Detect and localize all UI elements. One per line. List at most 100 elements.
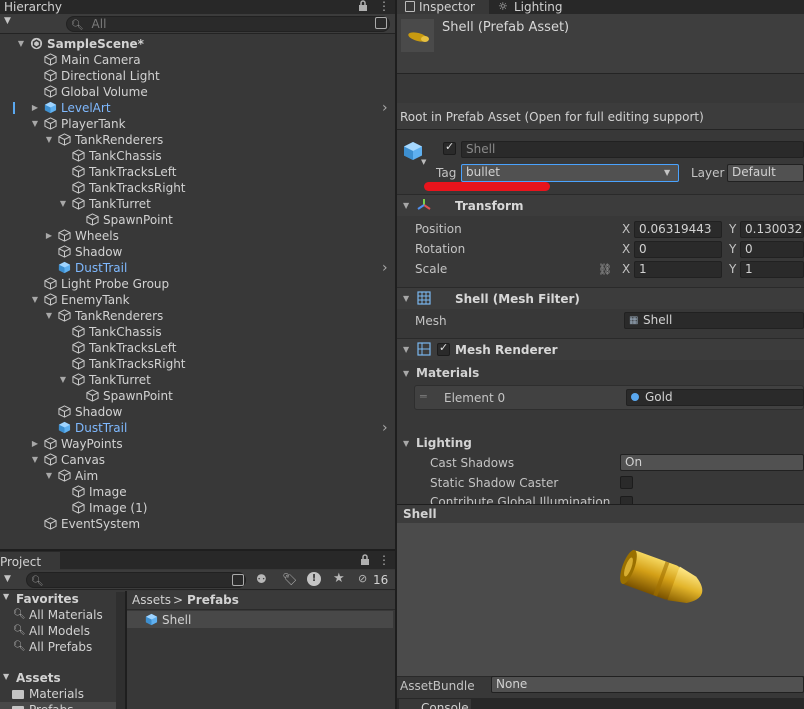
tag-dropdown[interactable]: bullet [461, 164, 679, 182]
transform-header[interactable]: ▼ Transform [397, 194, 804, 216]
object-name-field[interactable]: Shell [461, 141, 804, 158]
open-prefab-arrow-icon[interactable]: › [382, 100, 388, 116]
hierarchy-item-tanktracksright[interactable]: TankTracksRight [0, 356, 395, 372]
hierarchy-item-dusttrail[interactable]: DustTrail › [0, 260, 395, 276]
foldout-expanded-icon[interactable]: ▼ [44, 311, 54, 321]
hierarchy-item-samplescene[interactable]: ▼ SampleScene* [0, 36, 395, 52]
constrain-proportions-icon[interactable]: ⛓ [598, 263, 612, 276]
hierarchy-item-spawnpoint[interactable]: SpawnPoint [0, 212, 395, 228]
assetbundle-dropdown[interactable]: None [491, 676, 804, 693]
position-x-label[interactable]: X [622, 221, 630, 237]
hierarchy-item-aim[interactable]: ▼ Aim [0, 468, 395, 484]
hierarchy-item-tanktracksright[interactable]: TankTracksRight [0, 180, 395, 196]
foldout-collapsed-icon[interactable]: ▶ [30, 103, 40, 113]
hierarchy-item-enemytank[interactable]: ▼ EnemyTank [0, 292, 395, 308]
hierarchy-item-shadow[interactable]: Shadow [0, 404, 395, 420]
rotation-x-label[interactable]: X [622, 241, 630, 257]
hierarchy-item-tankchassis[interactable]: TankChassis [0, 148, 395, 164]
lighting-foldout[interactable]: ▼ [403, 439, 409, 448]
foldout-expanded-icon[interactable]: ▼ [30, 455, 40, 465]
tab-lighting[interactable]: Lighting [514, 0, 563, 14]
hierarchy-item-light-probe-group[interactable]: Light Probe Group [0, 276, 395, 292]
hierarchy-item-tankturret[interactable]: ▼ TankTurret [0, 372, 395, 388]
favorite-item-all-models[interactable]: 🔍︎ All Models [0, 623, 116, 639]
log-filter-icon[interactable]: ! [307, 572, 321, 586]
hierarchy-item-tankrenderers[interactable]: ▼ TankRenderers [0, 308, 395, 324]
assets-foldout[interactable]: ▼ [3, 672, 9, 681]
project-lock-icon[interactable] [360, 554, 370, 569]
scale-x-label[interactable]: X [622, 261, 630, 277]
project-add-dropdown-icon[interactable]: ▼ [4, 574, 11, 584]
foldout-expanded-icon[interactable]: ▼ [30, 295, 40, 305]
hierarchy-item-tanktracksleft[interactable]: TankTracksLeft [0, 340, 395, 356]
position-y-label[interactable]: Y [729, 221, 736, 237]
breadcrumb-assets[interactable]: Assets [132, 592, 171, 608]
hierarchy-search-input[interactable]: 🔍︎ All [66, 16, 390, 32]
layer-dropdown[interactable]: Default [727, 164, 804, 182]
hierarchy-item-tanktracksleft[interactable]: TankTracksLeft [0, 164, 395, 180]
mesh-renderer-foldout[interactable]: ▼ [403, 345, 409, 354]
lock-icon[interactable] [358, 0, 368, 12]
tab-project[interactable]: Project [0, 555, 41, 569]
foldout-expanded-icon[interactable]: ▼ [58, 199, 68, 209]
materials-label[interactable]: Materials [416, 365, 479, 381]
cast-shadows-dropdown[interactable]: On [620, 454, 804, 471]
project-search-options-icon[interactable] [232, 574, 244, 586]
folder-item-prefabs[interactable]: Prefabs [0, 702, 116, 709]
rotation-y-field[interactable]: 0 [740, 241, 804, 258]
search-by-label-icon[interactable]: 🏷︎ [282, 572, 297, 586]
search-options-icon[interactable] [375, 17, 387, 29]
project-tree-scrollbar[interactable] [116, 592, 125, 709]
position-y-field[interactable]: 0.1300329 [740, 221, 804, 238]
open-prefab-arrow-icon[interactable]: › [382, 260, 388, 276]
materials-foldout[interactable]: ▼ [403, 369, 409, 378]
hierarchy-item-dusttrail[interactable]: DustTrail › [0, 420, 395, 436]
hierarchy-item-global-volume[interactable]: Global Volume [0, 84, 395, 100]
project-kebab-icon[interactable]: ⋮ [378, 553, 390, 567]
tab-hierarchy[interactable]: Hierarchy [4, 0, 62, 14]
lighting-section-label[interactable]: Lighting [416, 435, 472, 451]
breadcrumb-prefabs[interactable]: Prefabs [187, 592, 239, 608]
position-x-field[interactable]: 0.06319443 [634, 221, 722, 238]
mesh-renderer-header[interactable]: ▼ Mesh Renderer [397, 338, 804, 360]
favorites-label[interactable]: Favorites [16, 591, 79, 607]
scale-x-field[interactable]: 1 [634, 261, 722, 278]
add-dropdown-icon[interactable]: ▼ [4, 16, 11, 26]
assets-label[interactable]: Assets [16, 670, 61, 686]
kebab-menu-icon[interactable]: ⋮ [378, 0, 390, 13]
foldout-collapsed-icon[interactable]: ▶ [30, 439, 40, 449]
foldout-expanded-icon[interactable]: ▼ [44, 471, 54, 481]
hierarchy-item-levelart[interactable]: ▶ LevelArt › [0, 100, 395, 116]
hierarchy-item-main-camera[interactable]: Main Camera [0, 52, 395, 68]
rotation-y-label[interactable]: Y [729, 241, 736, 257]
preview-area[interactable] [397, 523, 804, 676]
hierarchy-item-shadow[interactable]: Shadow [0, 244, 395, 260]
foldout-expanded-icon[interactable]: ▼ [30, 119, 40, 129]
icon-dropdown-icon[interactable]: ▼ [421, 158, 426, 166]
mesh-filter-header[interactable]: ▼ Shell (Mesh Filter) [397, 287, 804, 309]
contribute-gi-checkbox[interactable] [620, 496, 633, 504]
foldout-expanded-icon[interactable]: ▼ [58, 375, 68, 385]
static-shadow-caster-checkbox[interactable] [620, 476, 633, 489]
mesh-field[interactable]: ▦ Shell [624, 312, 804, 329]
hierarchy-item-tankchassis[interactable]: TankChassis [0, 324, 395, 340]
foldout-expanded-icon[interactable]: ▼ [44, 135, 54, 145]
favorite-item-all-materials[interactable]: 🔍︎ All Materials [0, 607, 116, 623]
hierarchy-item-image[interactable]: Image [0, 484, 395, 500]
hierarchy-item-canvas[interactable]: ▼ Canvas [0, 452, 395, 468]
scale-y-field[interactable]: 1 [740, 261, 804, 278]
element-0-field[interactable]: Gold [626, 389, 804, 406]
tab-inspector[interactable]: Inspector [419, 0, 475, 14]
hierarchy-item-spawnpoint[interactable]: SpawnPoint [0, 388, 395, 404]
favorites-foldout[interactable]: ▼ [3, 592, 9, 601]
hierarchy-item-image-1[interactable]: Image (1) [0, 500, 395, 516]
foldout-collapsed-icon[interactable]: ▶ [44, 231, 54, 241]
open-prefab-arrow-icon[interactable]: › [382, 420, 388, 436]
hierarchy-item-wheels[interactable]: ▶ Wheels [0, 228, 395, 244]
favorite-star-icon[interactable]: ★ [333, 571, 345, 586]
tab-console[interactable]: Console [399, 699, 471, 709]
hierarchy-item-playertank[interactable]: ▼ PlayerTank [0, 116, 395, 132]
favorite-item-all-prefabs[interactable]: 🔍︎ All Prefabs [0, 639, 116, 655]
hierarchy-item-waypoints[interactable]: ▶ WayPoints [0, 436, 395, 452]
transform-foldout[interactable]: ▼ [403, 201, 409, 210]
